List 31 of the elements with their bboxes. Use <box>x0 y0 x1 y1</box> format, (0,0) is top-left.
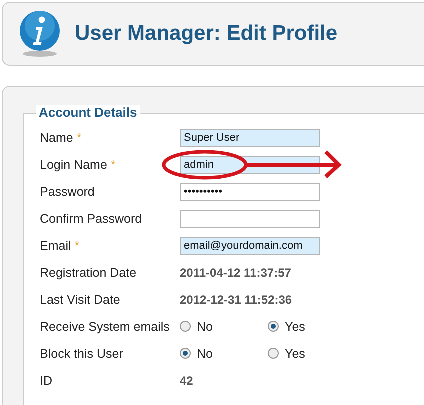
info-icon <box>17 10 63 58</box>
field-label: Confirm Password <box>40 212 142 226</box>
radio-label: No <box>197 346 213 360</box>
text-field[interactable]: Super User <box>180 128 320 146</box>
field-label: ID <box>40 374 52 388</box>
field-value: 42 <box>180 374 194 388</box>
field-label: Last Visit Date <box>40 292 120 306</box>
field-label: Email <box>40 238 72 252</box>
required-mark: * <box>74 238 80 252</box>
fieldset-legend: Account Details <box>36 105 140 120</box>
page-title: User Manager: Edit Profile <box>75 22 338 46</box>
field-label: Registration Date <box>40 266 137 280</box>
required-mark: * <box>110 158 116 172</box>
field-label: Receive System emails <box>40 320 170 334</box>
field-label: Login Name <box>40 158 108 172</box>
field-label: Block this User <box>40 346 124 360</box>
required-mark: * <box>76 130 82 144</box>
radio-label: Yes <box>285 320 306 334</box>
field-value: 2011-04-12 11:37:57 <box>180 266 292 280</box>
field-label: Password <box>40 184 95 198</box>
field-value: 2012-12-31 11:52:36 <box>180 292 294 306</box>
field-label: Name <box>40 130 74 144</box>
radio-button[interactable] <box>268 348 279 359</box>
radio-button[interactable] <box>180 321 191 332</box>
text-field[interactable]: •••••••••• <box>180 182 320 200</box>
text-field[interactable]: email@yourdomain.com <box>180 236 320 254</box>
radio-button[interactable] <box>180 348 191 359</box>
radio-label: Yes <box>285 346 306 360</box>
radio-button[interactable] <box>268 321 279 332</box>
text-field[interactable] <box>180 210 320 228</box>
radio-label: No <box>197 320 213 334</box>
